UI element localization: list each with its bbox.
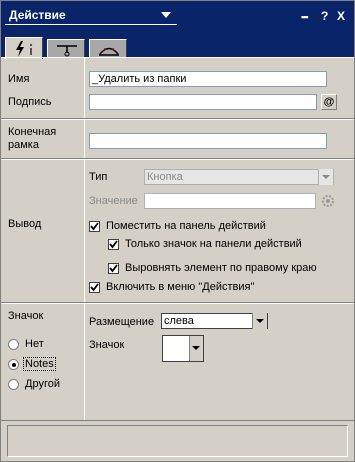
chevron-down-icon <box>322 175 330 179</box>
radio-notes[interactable]: Notes <box>8 357 78 372</box>
icon-section-label: Значок <box>8 310 44 322</box>
place-on-bar-checkbox[interactable] <box>89 221 100 232</box>
menu-dots-button[interactable]: ▪▪▪ <box>301 10 309 24</box>
placement-select-button[interactable] <box>252 313 267 329</box>
icon-picker[interactable] <box>162 335 204 362</box>
checkbox-row-align-right[interactable]: Выровнять элемент по правому краю <box>108 262 348 276</box>
output-label: Вывод <box>8 218 42 230</box>
tab-info[interactable] <box>5 37 43 59</box>
placement-select-value: слева <box>164 315 194 327</box>
radio-none-button[interactable] <box>8 339 19 350</box>
target-frame-label: Конечная рамка <box>8 126 57 151</box>
tab-strip <box>1 33 354 59</box>
column-divider <box>84 304 85 420</box>
checkbox-row-icon-only[interactable]: Только значок на панели действий <box>108 238 348 252</box>
output-section: Вывод Тип Кнопка Значение Поместить на п… <box>1 159 354 303</box>
icon-only-checkbox[interactable] <box>108 239 119 250</box>
align-right-checkbox[interactable] <box>108 263 119 274</box>
object-selector-dropdown[interactable]: Действие <box>5 5 177 25</box>
name-field[interactable]: _Удалить из папки <box>89 71 327 87</box>
value-field[interactable] <box>144 193 316 209</box>
column-divider <box>84 160 85 302</box>
include-menu-label: Включить в меню "Действия" <box>106 281 255 293</box>
help-button[interactable]: ? <box>321 9 328 23</box>
chevron-down-icon <box>256 319 264 323</box>
column-divider <box>84 120 85 158</box>
gear-icon[interactable] <box>321 194 335 208</box>
hide-when-icon <box>57 45 77 57</box>
name-section: Имя _Удалить из папки Подпись @ <box>1 57 354 119</box>
include-menu-checkbox[interactable] <box>89 282 100 293</box>
type-select-button[interactable] <box>318 169 333 185</box>
icon-only-label: Только значок на панели действий <box>125 238 302 250</box>
label-field[interactable] <box>89 94 317 110</box>
action-properties-dialog: Действие ▪▪▪ ? X Имя _Удалить из папки П… <box>0 0 355 462</box>
label-label: Подпись <box>8 96 52 108</box>
type-select-value: Кнопка <box>147 171 183 183</box>
close-button[interactable]: X <box>337 9 345 23</box>
target-frame-field[interactable] <box>89 133 327 149</box>
paragraph-hide-icon <box>99 47 119 56</box>
title-bar: Действие ▪▪▪ ? X <box>1 1 354 33</box>
checkbox-row-place-on-bar[interactable]: Поместить на панель действий <box>89 220 349 234</box>
icon-section: Значок Нет Notes Другой Размещение слева… <box>1 303 354 421</box>
radio-other-label: Другой <box>25 378 60 390</box>
place-on-bar-label: Поместить на панель действий <box>106 220 266 232</box>
column-divider <box>84 58 85 118</box>
radio-none[interactable]: Нет <box>8 338 78 352</box>
align-right-label: Выровнять элемент по правому краю <box>125 262 317 274</box>
tab-hide-when[interactable] <box>47 39 85 57</box>
radio-notes-label: Notes <box>23 357 56 371</box>
icon-picker-button[interactable] <box>189 336 203 361</box>
radio-none-label: Нет <box>25 338 44 350</box>
radio-other-button[interactable] <box>8 379 19 390</box>
type-select[interactable]: Кнопка <box>144 169 334 185</box>
icon-label: Значок <box>89 339 125 351</box>
formula-button[interactable]: @ <box>321 94 337 110</box>
chevron-down-icon <box>161 12 171 18</box>
placement-select[interactable]: слева <box>161 313 268 329</box>
bottom-panel <box>7 425 348 457</box>
name-label: Имя <box>8 73 30 85</box>
radio-other[interactable]: Другой <box>8 378 78 392</box>
radio-notes-button[interactable] <box>8 359 19 370</box>
type-label: Тип <box>89 171 108 183</box>
lightning-info-icon <box>16 41 33 57</box>
window-title: Действие <box>9 8 66 22</box>
value-label: Значение <box>89 195 138 207</box>
placement-label: Размещение <box>89 316 155 328</box>
tab-paragraph[interactable] <box>89 39 127 57</box>
target-frame-section: Конечная рамка <box>1 119 354 159</box>
checkbox-row-include-menu[interactable]: Включить в меню "Действия" <box>89 281 349 295</box>
chevron-down-icon <box>192 346 200 350</box>
